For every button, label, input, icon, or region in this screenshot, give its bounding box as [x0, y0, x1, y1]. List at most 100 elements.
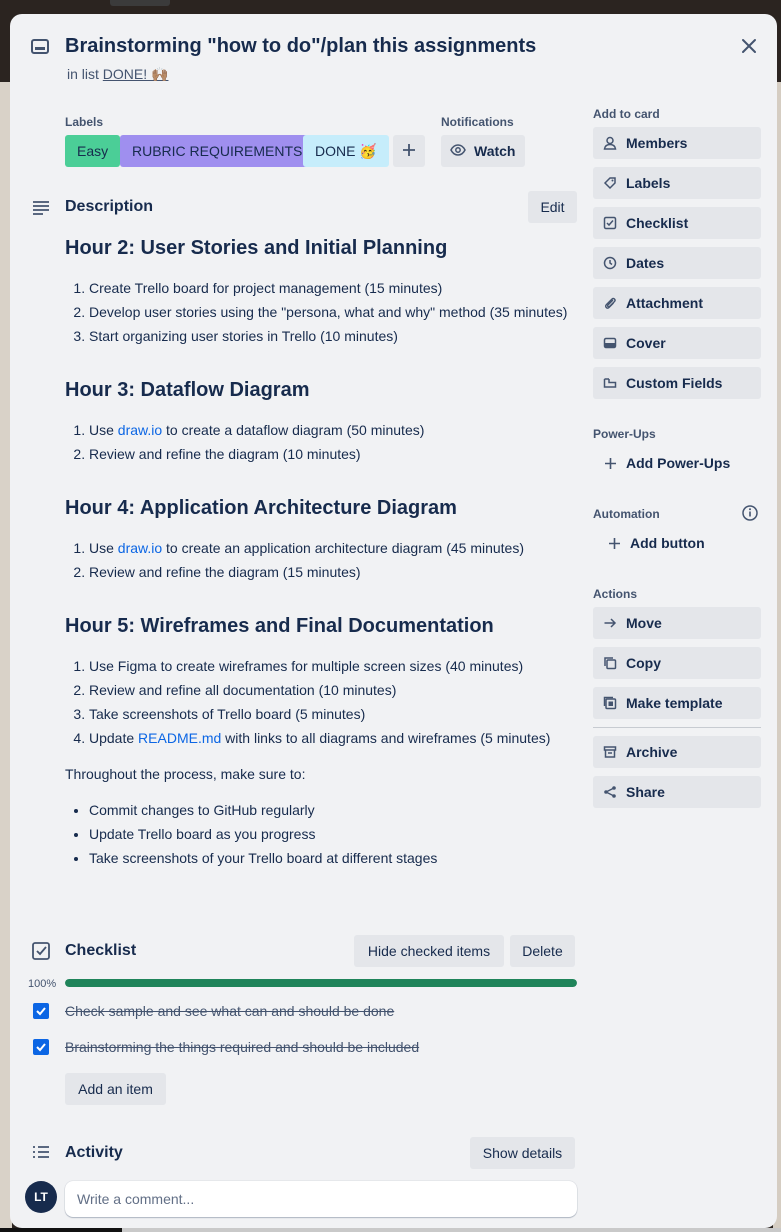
- add-power-ups-button[interactable]: Add Power-Ups: [593, 447, 761, 479]
- drawio-link[interactable]: draw.io: [118, 540, 162, 556]
- list-item: Review and refine the diagram (10 minute…: [89, 442, 577, 466]
- hour4-block: Hour 4: Application Architecture Diagram…: [65, 492, 577, 584]
- list-item: Commit changes to GitHub regularly: [89, 798, 577, 822]
- in-list-prefix: in list: [67, 66, 99, 82]
- throughout-text: Throughout the process, make sure to:: [65, 766, 306, 782]
- make-template-button[interactable]: Make template: [593, 687, 761, 719]
- hour2-heading: Hour 2: User Stories and Initial Plannin…: [65, 237, 448, 259]
- horizontal-scrollbar[interactable]: [0, 1228, 781, 1232]
- share-button[interactable]: Share: [593, 776, 761, 808]
- dates-button[interactable]: Dates: [593, 247, 761, 279]
- members-label: Members: [626, 135, 688, 151]
- list-item: Develop user stories using the "persona,…: [89, 300, 577, 324]
- hour4-list: Use draw.io to create an application arc…: [89, 536, 577, 584]
- custom-fields-icon: [602, 375, 618, 391]
- in-list-line: in list DONE! 🙌🏽: [67, 66, 168, 83]
- show-details-button[interactable]: Show details: [470, 1137, 575, 1169]
- hour4-heading: Hour 4: Application Architecture Diagram: [65, 497, 457, 519]
- close-icon: [740, 37, 758, 58]
- list-item: Review and refine the diagram (15 minute…: [89, 560, 577, 584]
- checklist-progress-bar: [65, 979, 577, 987]
- card-icon: [30, 37, 50, 57]
- copy-icon: [602, 655, 618, 671]
- add-power-ups-label: Add Power-Ups: [626, 455, 731, 471]
- checklist-item-text[interactable]: Check sample and see what can and should…: [65, 1003, 394, 1019]
- list-item: Use draw.io to create an application arc…: [89, 536, 577, 560]
- description-icon: [31, 198, 51, 218]
- add-automation-button[interactable]: Add button: [593, 527, 761, 559]
- readme-link[interactable]: README.md: [138, 730, 221, 746]
- plus-icon: [606, 535, 622, 551]
- notifications-heading: Notifications: [441, 115, 514, 129]
- list-item: Update Trello board as you progress: [89, 822, 577, 846]
- hour2-list: Create Trello board for project manageme…: [89, 276, 577, 348]
- add-to-card-heading: Add to card: [593, 107, 660, 121]
- plus-icon: [402, 143, 416, 160]
- label-rubric-requirements[interactable]: RUBRIC REQUIREMENTS: [120, 135, 315, 167]
- avatar[interactable]: LT: [25, 1181, 57, 1213]
- list-link[interactable]: DONE! 🙌🏽: [103, 66, 169, 82]
- list-item: Use draw.io to create a dataflow diagram…: [89, 418, 577, 442]
- hour2-block: Hour 2: User Stories and Initial Plannin…: [65, 232, 577, 348]
- cover-button[interactable]: Cover: [593, 327, 761, 359]
- check-icon: [36, 1007, 46, 1016]
- copy-button[interactable]: Copy: [593, 647, 761, 679]
- description-heading: Description: [65, 198, 154, 215]
- delete-checklist-button[interactable]: Delete: [510, 935, 575, 967]
- checklist-label: Checklist: [626, 215, 689, 231]
- add-label-button[interactable]: [393, 135, 425, 167]
- template-icon: [602, 695, 618, 711]
- custom-fields-button[interactable]: Custom Fields: [593, 367, 761, 399]
- activity-icon: [31, 1143, 51, 1163]
- power-ups-heading: Power-Ups: [593, 427, 656, 441]
- attachment-label: Attachment: [626, 295, 704, 311]
- checklist-button[interactable]: Checklist: [593, 207, 761, 239]
- label-done[interactable]: DONE 🥳: [303, 135, 389, 167]
- list-item: Take screenshots of Trello board (5 minu…: [89, 702, 577, 726]
- watch-button[interactable]: Watch: [441, 135, 525, 167]
- checklist-checkbox[interactable]: [33, 1039, 49, 1055]
- share-icon: [602, 784, 618, 800]
- custom-fields-label: Custom Fields: [626, 375, 723, 391]
- list-item: Update README.md with links to all diagr…: [89, 726, 577, 750]
- add-checklist-item-button[interactable]: Add an item: [65, 1073, 166, 1105]
- checklist-icon: [31, 941, 51, 961]
- comment-input[interactable]: [65, 1181, 577, 1217]
- card-title[interactable]: Brainstorming "how to do"/plan this assi…: [65, 35, 536, 58]
- copy-label: Copy: [626, 655, 661, 671]
- label-easy[interactable]: Easy: [65, 135, 121, 167]
- add-button-label: Add button: [630, 535, 705, 551]
- drawio-link[interactable]: draw.io: [118, 422, 162, 438]
- paperclip-icon: [602, 295, 618, 311]
- cover-label: Cover: [626, 335, 666, 351]
- progress-percent: 100%: [28, 978, 57, 990]
- eye-icon: [450, 142, 466, 161]
- labels-button[interactable]: Labels: [593, 167, 761, 199]
- checklist-item-text[interactable]: Brainstorming the things required and sh…: [65, 1039, 419, 1055]
- move-label: Move: [626, 615, 662, 631]
- list-item: Take screenshots of your Trello board at…: [89, 846, 577, 870]
- close-button[interactable]: [730, 28, 768, 66]
- make-template-label: Make template: [626, 695, 723, 711]
- hide-checked-items-button[interactable]: Hide checked items: [354, 935, 504, 967]
- activity-heading: Activity: [65, 1144, 123, 1161]
- dates-label: Dates: [626, 255, 665, 271]
- backdrop-tab: [110, 0, 170, 6]
- members-button[interactable]: Members: [593, 127, 761, 159]
- edit-description-button[interactable]: Edit: [528, 191, 577, 223]
- info-icon[interactable]: [741, 504, 759, 525]
- attachment-button[interactable]: Attachment: [593, 287, 761, 319]
- check-icon: [36, 1043, 46, 1052]
- plus-icon: [602, 455, 618, 471]
- checkbox-icon: [602, 215, 618, 231]
- progress-fill: [65, 979, 577, 987]
- labels-heading: Labels: [65, 115, 104, 129]
- hour3-list: Use draw.io to create a dataflow diagram…: [89, 418, 577, 466]
- hour3-heading: Hour 3: Dataflow Diagram: [65, 379, 310, 401]
- move-button[interactable]: Move: [593, 607, 761, 639]
- labels-label: Labels: [626, 175, 671, 191]
- archive-button[interactable]: Archive: [593, 736, 761, 768]
- actions-heading: Actions: [593, 587, 638, 601]
- checklist-checkbox[interactable]: [33, 1003, 49, 1019]
- hour5-list: Use Figma to create wireframes for multi…: [89, 654, 577, 750]
